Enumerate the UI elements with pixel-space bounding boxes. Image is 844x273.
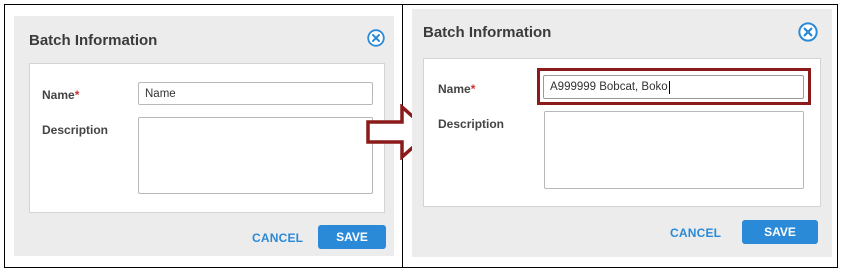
left-cancel-button[interactable]: CANCEL xyxy=(252,231,303,245)
close-icon[interactable] xyxy=(367,29,385,47)
left-name-placeholder: Name xyxy=(145,87,176,100)
right-description-label: Description xyxy=(438,117,505,131)
left-description-label: Description xyxy=(42,123,109,137)
right-name-label: Name* xyxy=(438,82,476,96)
right-name-value: A999999 Bobcat, Boko xyxy=(550,81,668,93)
right-dialog-title: Batch Information xyxy=(423,24,552,41)
right-description-textarea[interactable] xyxy=(544,111,804,189)
left-save-button[interactable]: SAVE xyxy=(318,225,386,249)
right-name-input[interactable]: A999999 Bobcat, Boko xyxy=(543,75,804,99)
left-batch-dialog: Batch Information Name* Name Description… xyxy=(14,16,394,256)
right-batch-dialog: Batch Information Name* Description A999… xyxy=(412,9,832,257)
left-form-panel: Name* Name Description xyxy=(29,63,385,213)
text-caret xyxy=(668,80,670,94)
left-name-input[interactable]: Name xyxy=(138,82,373,105)
left-description-textarea[interactable] xyxy=(138,117,373,194)
close-icon[interactable] xyxy=(798,22,818,42)
right-save-button[interactable]: SAVE xyxy=(742,220,818,244)
right-cancel-button[interactable]: CANCEL xyxy=(670,226,721,240)
left-dialog-title: Batch Information xyxy=(29,32,158,49)
left-name-label: Name* xyxy=(42,88,80,102)
